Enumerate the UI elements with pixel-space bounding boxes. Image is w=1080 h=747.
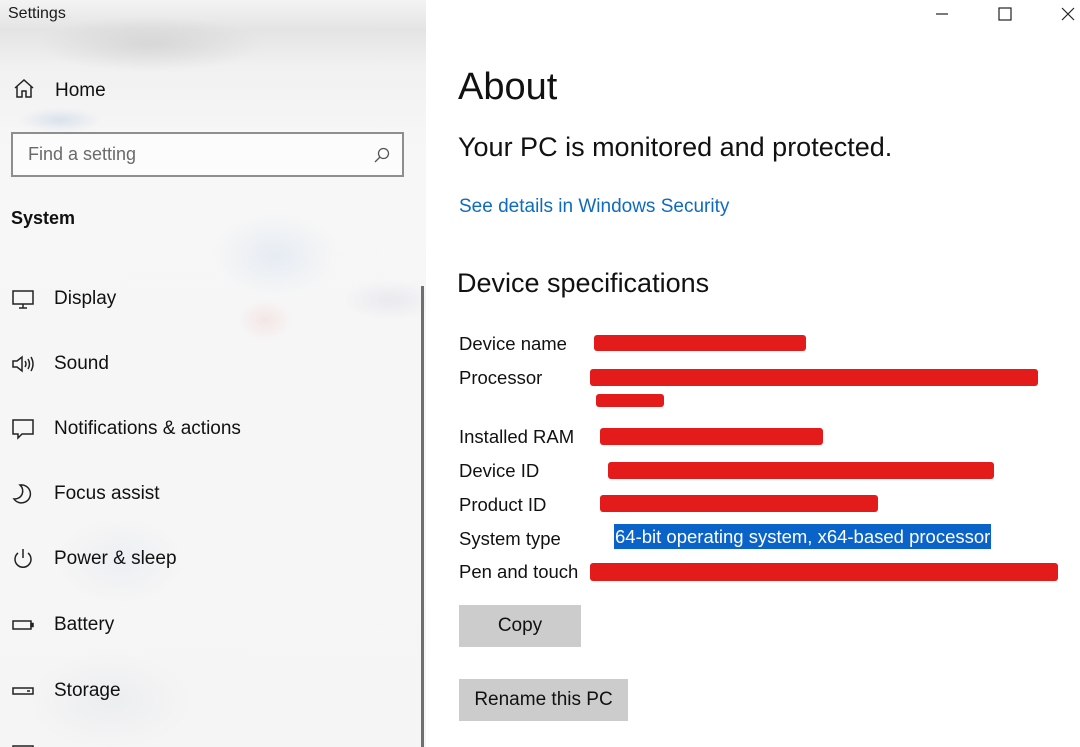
search-input[interactable]	[28, 144, 368, 165]
search-icon[interactable]	[373, 146, 391, 164]
copy-button[interactable]: Copy	[459, 605, 581, 647]
sidebar-item-home[interactable]: Home	[12, 76, 106, 106]
spec-label-device-name: Device name	[459, 333, 567, 354]
sidebar-item-sound[interactable]: Sound	[10, 348, 410, 380]
protection-status-message: Your PC is monitored and protected.	[458, 132, 893, 162]
close-button[interactable]	[1045, 0, 1080, 28]
page-title: About	[458, 66, 558, 108]
sidebar-item-label: Power & sleep	[54, 548, 177, 569]
sidebar-item-label: Storage	[54, 680, 121, 701]
sidebar-item-label: Notifications & actions	[54, 418, 241, 439]
sidebar-item-storage[interactable]: Storage	[10, 675, 410, 707]
sidebar-item-notifications[interactable]: Notifications & actions	[10, 413, 410, 445]
rename-pc-button[interactable]: Rename this PC	[459, 679, 628, 721]
speaker-icon	[10, 351, 36, 377]
tablet-icon	[10, 739, 36, 747]
spec-label-installed-ram: Installed RAM	[459, 426, 575, 447]
sidebar-item-power-sleep[interactable]: Power & sleep	[10, 543, 410, 575]
monitor-icon	[10, 286, 36, 312]
sidebar-item-label: Home	[55, 80, 106, 101]
sidebar-item-label: Focus assist	[54, 483, 160, 504]
sidebar-item-display[interactable]: Display	[10, 283, 410, 315]
sidebar-item-battery[interactable]: Battery	[10, 609, 410, 641]
section-title: System	[11, 208, 76, 228]
minimize-icon	[936, 13, 948, 15]
redaction-mark-pen-and-touch	[590, 563, 1058, 581]
app-title: Settings	[8, 5, 66, 22]
redaction-mark-processor-line2	[596, 394, 664, 407]
redaction-mark-processor	[590, 369, 1038, 386]
sidebar-item-focus-assist[interactable]: Focus assist	[10, 478, 410, 510]
spec-label-processor: Processor	[459, 367, 543, 388]
maximize-icon	[998, 7, 1012, 21]
windows-security-link[interactable]: See details in Windows Security	[459, 196, 729, 218]
home-icon	[12, 77, 36, 106]
power-icon	[10, 546, 36, 572]
maximize-button[interactable]	[982, 0, 1028, 28]
close-icon	[1061, 7, 1075, 21]
spec-label-pen-and-touch: Pen and touch	[459, 561, 579, 582]
redaction-mark-product-id	[600, 495, 878, 512]
device-specifications-heading: Device specifications	[457, 268, 710, 298]
storage-icon	[10, 678, 36, 704]
redaction-mark-installed-ram	[600, 428, 823, 445]
spec-label-product-id: Product ID	[459, 494, 547, 515]
moon-icon	[10, 481, 36, 507]
redaction-mark-device-id	[608, 462, 994, 479]
sidebar-item-label: Display	[54, 288, 117, 309]
sidebar-item-next[interactable]	[10, 736, 410, 747]
redaction-mark-device-name	[594, 335, 806, 351]
search-box[interactable]	[11, 132, 404, 177]
sidebar-scrollbar[interactable]	[421, 286, 424, 747]
sidebar: Settings Home System Display	[0, 0, 426, 747]
spec-value-system-type[interactable]: 64-bit operating system, x64-based proce…	[614, 524, 992, 549]
minimize-button[interactable]	[919, 0, 965, 28]
battery-icon	[10, 612, 36, 638]
spec-label-device-id: Device ID	[459, 460, 540, 481]
sidebar-item-label: Sound	[54, 353, 109, 374]
sidebar-item-label: Battery	[54, 614, 115, 635]
spec-label-system-type: System type	[459, 528, 561, 549]
message-icon	[10, 416, 36, 442]
